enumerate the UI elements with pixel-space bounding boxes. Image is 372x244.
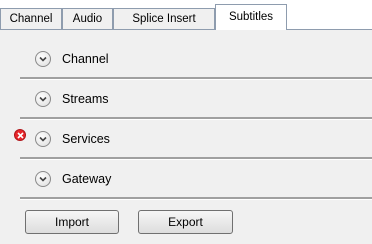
tab-splice-insert[interactable]: Splice Insert xyxy=(113,8,215,29)
chevron-down-icon[interactable] xyxy=(35,91,51,107)
section-channel[interactable]: Channel xyxy=(20,40,372,80)
section-gateway[interactable]: Gateway xyxy=(20,160,372,200)
import-button[interactable]: Import xyxy=(25,210,119,234)
chevron-down-icon[interactable] xyxy=(35,171,51,187)
error-icon xyxy=(14,129,26,141)
section-streams[interactable]: Streams xyxy=(20,80,372,120)
section-label: Gateway xyxy=(62,172,112,186)
chevron-down-icon[interactable] xyxy=(35,51,51,67)
tab-audio[interactable]: Audio xyxy=(62,8,113,29)
tab-channel[interactable]: Channel xyxy=(0,8,62,29)
tab-bar: Channel Audio Splice Insert Subtitles xyxy=(0,0,372,30)
section-label: Channel xyxy=(62,52,109,66)
section-services[interactable]: Services xyxy=(14,120,372,160)
section-label: Streams xyxy=(62,92,109,106)
section-label: Services xyxy=(62,132,110,146)
export-button[interactable]: Export xyxy=(138,210,233,234)
divider xyxy=(20,197,372,200)
tab-subtitles[interactable]: Subtitles xyxy=(215,4,287,30)
chevron-down-icon[interactable] xyxy=(35,131,51,147)
